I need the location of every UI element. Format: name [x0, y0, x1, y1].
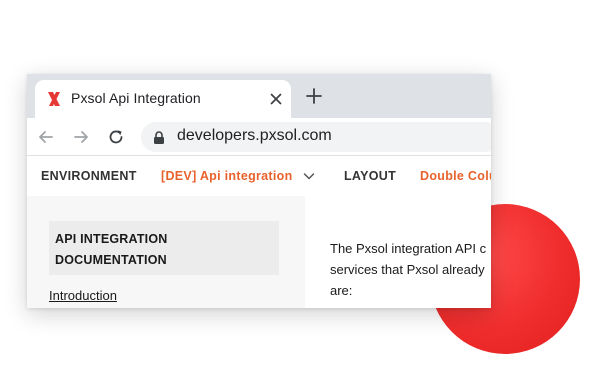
- tab-strip: Pxsol Api Integration: [27, 74, 491, 118]
- app-settings-bar: ENVIRONMENT [DEV] Api integration LAYOUT…: [27, 156, 491, 196]
- environment-select[interactable]: [DEV] Api integration: [161, 169, 293, 183]
- layout-label: LAYOUT: [344, 169, 397, 183]
- address-bar[interactable]: developers.pxsol.com: [141, 122, 491, 152]
- paragraph-line: are:: [330, 283, 353, 298]
- url-text: developers.pxsol.com: [177, 127, 332, 144]
- intro-paragraph: The Pxsol integration API c services tha…: [330, 238, 491, 301]
- doc-title: API INTEGRATION DOCUMENTATION: [55, 229, 168, 271]
- forward-arrow-icon[interactable]: [72, 128, 90, 146]
- main-content: The Pxsol integration API c services tha…: [305, 196, 491, 308]
- lock-icon: [154, 131, 164, 144]
- pxsol-logo-icon: [48, 92, 60, 106]
- chevron-down-icon[interactable]: [303, 171, 315, 181]
- doc-title-box: API INTEGRATION DOCUMENTATION: [49, 221, 279, 275]
- browser-window: Pxsol Api Integration developers.pxsol.c…: [27, 74, 491, 308]
- back-arrow-icon[interactable]: [37, 128, 55, 146]
- browser-toolbar: developers.pxsol.com: [27, 118, 491, 156]
- close-icon[interactable]: [268, 91, 284, 107]
- layout-select[interactable]: Double Colu: [420, 169, 491, 183]
- plus-icon[interactable]: [305, 87, 323, 105]
- reload-icon[interactable]: [107, 128, 125, 146]
- docs-sidebar: API INTEGRATION DOCUMENTATION Introducti…: [27, 196, 305, 308]
- sidebar-link-introduction[interactable]: Introduction: [49, 288, 117, 303]
- tab-title: Pxsol Api Integration: [71, 90, 201, 106]
- paragraph-line: The Pxsol integration API c: [330, 241, 487, 256]
- paragraph-line: services that Pxsol already: [330, 262, 485, 277]
- environment-label: ENVIRONMENT: [41, 169, 137, 183]
- doc-title-line: DOCUMENTATION: [55, 253, 167, 267]
- doc-title-line: API INTEGRATION: [55, 232, 168, 246]
- tab-pxsol-api-integration[interactable]: Pxsol Api Integration: [35, 80, 291, 118]
